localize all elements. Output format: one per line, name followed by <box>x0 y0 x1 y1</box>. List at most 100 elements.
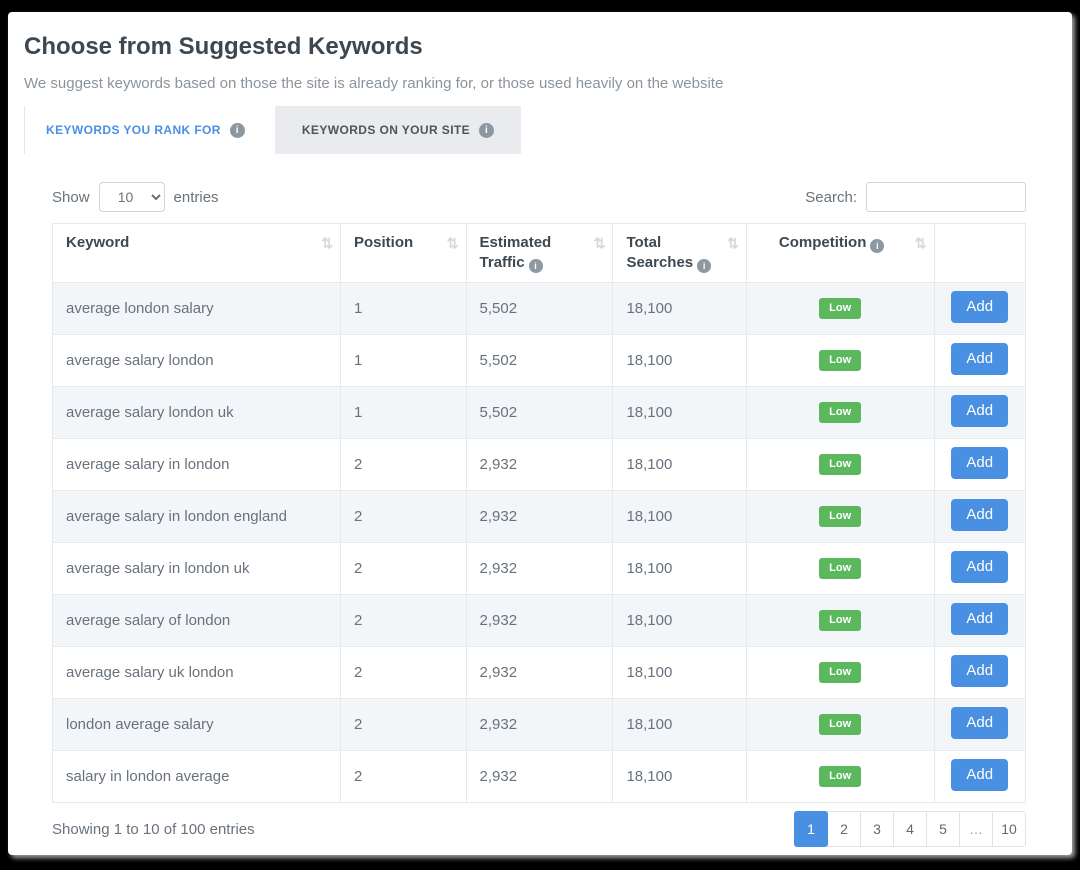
tab-keywords-you-rank-for[interactable]: KEYWORDS YOU RANK FOR i <box>25 106 275 154</box>
keyword-cell: average salary london <box>53 335 341 387</box>
pagination: 12345…10 <box>794 811 1026 847</box>
competition-cell: Low <box>746 751 934 803</box>
add-button[interactable]: Add <box>951 447 1008 479</box>
traffic-cell: 2,932 <box>466 439 613 491</box>
searches-cell: 18,100 <box>613 439 746 491</box>
competition-badge: Low <box>819 766 861 787</box>
search-input[interactable] <box>866 182 1026 212</box>
page-button-4[interactable]: 4 <box>893 811 927 847</box>
add-button[interactable]: Add <box>951 291 1008 323</box>
competition-cell: Low <box>746 647 934 699</box>
sort-icon[interactable]: ⇅ <box>915 233 925 253</box>
position-cell: 2 <box>341 543 467 595</box>
searches-cell: 18,100 <box>613 595 746 647</box>
searches-cell: 18,100 <box>613 751 746 803</box>
searches-cell: 18,100 <box>613 543 746 595</box>
info-icon[interactable]: i <box>870 239 884 253</box>
add-button[interactable]: Add <box>951 499 1008 531</box>
traffic-cell: 2,932 <box>466 595 613 647</box>
column-header-estimated-traffic[interactable]: Estimated Traffici⇅ <box>466 224 613 283</box>
page-title: Choose from Suggested Keywords <box>24 32 1056 62</box>
position-cell: 1 <box>341 335 467 387</box>
sort-icon[interactable]: ⇅ <box>594 233 604 253</box>
column-header-competition[interactable]: Competitioni⇅ <box>746 224 934 283</box>
keyword-cell: average salary london uk <box>53 387 341 439</box>
keyword-cell: average salary in london england <box>53 491 341 543</box>
info-icon[interactable]: i <box>697 259 711 273</box>
competition-cell: Low <box>746 335 934 387</box>
table-row: average salary in london uk 2 2,932 18,1… <box>53 543 1026 595</box>
column-header-actions <box>934 224 1025 283</box>
tab-keywords-on-your-site[interactable]: KEYWORDS ON YOUR SITE i <box>275 106 521 154</box>
competition-badge: Low <box>819 454 861 475</box>
info-icon[interactable]: i <box>479 123 494 138</box>
add-button[interactable]: Add <box>951 551 1008 583</box>
searches-cell: 18,100 <box>613 647 746 699</box>
page-button-2[interactable]: 2 <box>827 811 861 847</box>
competition-cell: Low <box>746 491 934 543</box>
position-cell: 2 <box>341 595 467 647</box>
column-header-keyword[interactable]: Keyword⇅ <box>53 224 341 283</box>
competition-badge: Low <box>819 402 861 423</box>
add-button[interactable]: Add <box>951 759 1008 791</box>
keyword-cell: average salary uk london <box>53 647 341 699</box>
searches-cell: 18,100 <box>613 283 746 335</box>
searches-cell: 18,100 <box>613 335 746 387</box>
sort-icon[interactable]: ⇅ <box>321 233 331 253</box>
traffic-cell: 5,502 <box>466 387 613 439</box>
add-button[interactable]: Add <box>951 343 1008 375</box>
entries-label: entries <box>174 189 219 206</box>
traffic-cell: 5,502 <box>466 283 613 335</box>
add-button[interactable]: Add <box>951 707 1008 739</box>
show-label: Show <box>52 189 90 206</box>
tab-label: KEYWORDS ON YOUR SITE <box>302 123 470 137</box>
add-button[interactable]: Add <box>951 655 1008 687</box>
column-label: Total Searchesi <box>626 234 711 271</box>
keyword-cell: average london salary <box>53 283 341 335</box>
entries-select[interactable]: 10 <box>99 182 165 212</box>
sort-icon[interactable]: ⇅ <box>447 233 457 253</box>
results-summary: Showing 1 to 10 of 100 entries <box>52 821 255 838</box>
keyword-cell: average salary in london <box>53 439 341 491</box>
search-label: Search: <box>805 189 857 206</box>
competition-badge: Low <box>819 558 861 579</box>
position-cell: 2 <box>341 751 467 803</box>
competition-badge: Low <box>819 610 861 631</box>
competition-badge: Low <box>819 350 861 371</box>
table-row: average salary in london 2 2,932 18,100 … <box>53 439 1026 491</box>
search-control: Search: <box>805 182 1026 212</box>
suggested-keywords-panel: Choose from Suggested Keywords We sugges… <box>8 12 1072 855</box>
tab-bar: KEYWORDS YOU RANK FOR i KEYWORDS ON YOUR… <box>24 106 1056 154</box>
table-footer: Showing 1 to 10 of 100 entries 12345…10 <box>52 811 1026 847</box>
table-row: average salary of london 2 2,932 18,100 … <box>53 595 1026 647</box>
info-icon[interactable]: i <box>529 259 543 273</box>
sort-icon[interactable]: ⇅ <box>727 233 737 253</box>
add-button[interactable]: Add <box>951 603 1008 635</box>
page-subtitle: We suggest keywords based on those the s… <box>24 74 1056 94</box>
action-cell: Add <box>934 751 1025 803</box>
add-button[interactable]: Add <box>951 395 1008 427</box>
action-cell: Add <box>934 491 1025 543</box>
competition-cell: Low <box>746 595 934 647</box>
page-button-10[interactable]: 10 <box>992 811 1026 847</box>
page-button-5[interactable]: 5 <box>926 811 960 847</box>
keyword-cell: london average salary <box>53 699 341 751</box>
competition-badge: Low <box>819 506 861 527</box>
position-cell: 2 <box>341 699 467 751</box>
datatable-container: Show 10 entries Search: Keyword⇅Position… <box>52 182 1026 847</box>
column-header-position[interactable]: Position ⇅ <box>341 224 467 283</box>
tab-label: KEYWORDS YOU RANK FOR <box>46 123 221 137</box>
position-cell: 2 <box>341 439 467 491</box>
position-cell: 2 <box>341 491 467 543</box>
column-header-total-searches[interactable]: Total Searchesi ⇅ <box>613 224 746 283</box>
table-header-row: Keyword⇅Position⇅Estimated Traffici⇅Tota… <box>53 224 1026 283</box>
position-cell: 1 <box>341 283 467 335</box>
page-button-1[interactable]: 1 <box>794 811 828 847</box>
action-cell: Add <box>934 647 1025 699</box>
position-cell: 2 <box>341 647 467 699</box>
table-row: average salary in london england 2 2,932… <box>53 491 1026 543</box>
table-controls: Show 10 entries Search: <box>52 182 1026 212</box>
column-label: Position <box>354 234 413 251</box>
page-button-3[interactable]: 3 <box>860 811 894 847</box>
info-icon[interactable]: i <box>230 123 245 138</box>
